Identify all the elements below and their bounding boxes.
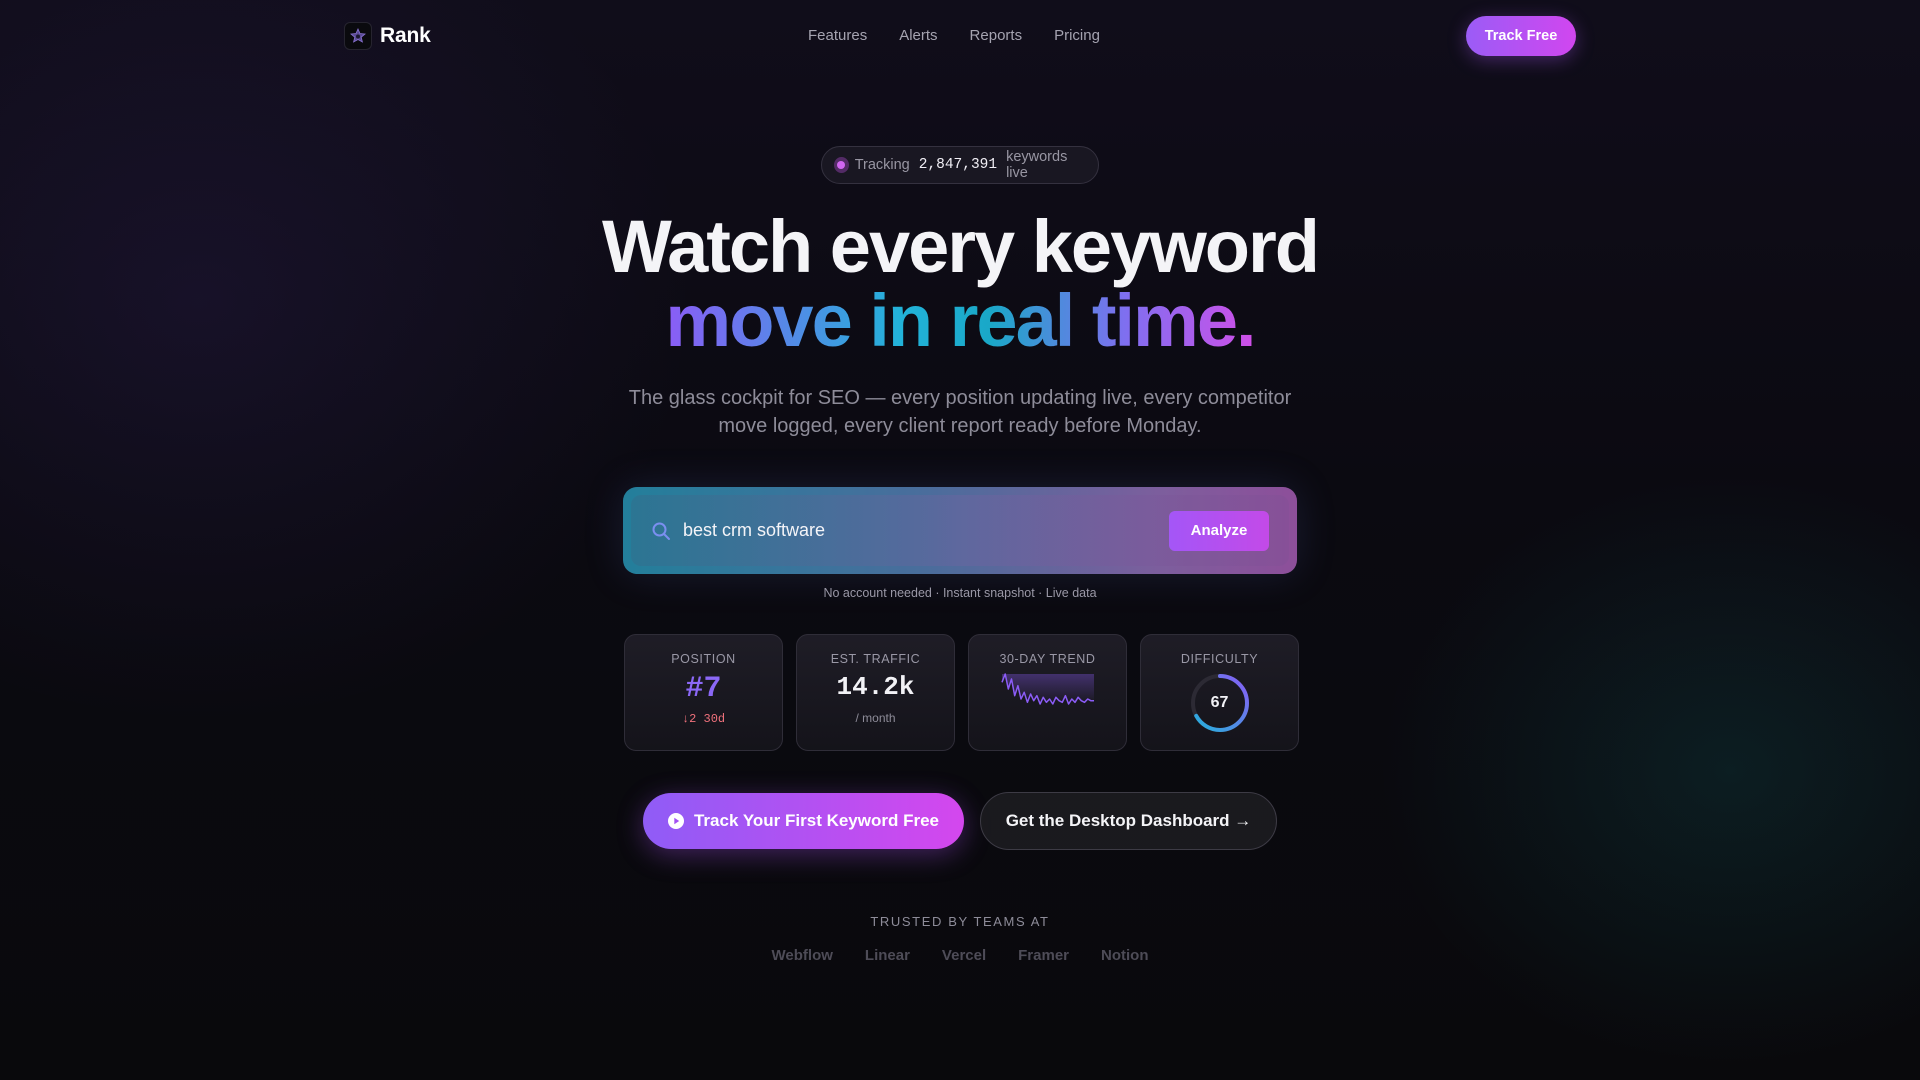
live-dot-icon bbox=[834, 157, 849, 173]
track-free-button[interactable]: Track Free bbox=[1466, 16, 1576, 56]
brand-name: Rank bbox=[380, 24, 431, 47]
primary-cta-label: Track Your First Keyword Free bbox=[693, 811, 939, 830]
play-icon bbox=[667, 813, 684, 829]
desktop-dashboard-button[interactable]: Get the Desktop Dashboard → bbox=[980, 792, 1277, 850]
logo-vercel: Vercel bbox=[941, 947, 987, 964]
top-nav: Rank Features Alerts Reports Pricing Tra… bbox=[0, 0, 1920, 72]
nav-link-pricing[interactable]: Pricing bbox=[1054, 27, 1100, 44]
keyword-search-box: Analyze bbox=[623, 487, 1297, 574]
search-icon bbox=[652, 522, 670, 540]
trusted-label: TRUSTED BY TEAMS AT bbox=[870, 914, 1050, 929]
stat-value-traffic: 14.2k bbox=[836, 672, 915, 702]
nav-links: Features Alerts Reports Pricing bbox=[808, 27, 1100, 44]
stat-label-difficulty: DIFFICULTY bbox=[1180, 652, 1259, 666]
hero-line-1: Watch every keyword bbox=[601, 205, 1320, 288]
stat-label-trend: 30-DAY TREND bbox=[999, 652, 1096, 666]
stat-card-difficulty: DIFFICULTY 67 bbox=[1140, 634, 1299, 751]
logo-linear: Linear bbox=[864, 947, 910, 964]
search-inner: Analyze bbox=[631, 495, 1289, 566]
trend-sparkline bbox=[1000, 673, 1094, 705]
stat-position-delta: ↓2 30d bbox=[681, 712, 726, 726]
nav-link-reports[interactable]: Reports bbox=[970, 27, 1023, 44]
brand-logo[interactable]: Rank bbox=[344, 22, 431, 50]
stat-value-difficulty: 67 bbox=[1210, 694, 1229, 711]
stat-label-position: POSITION bbox=[671, 652, 736, 666]
live-tracking-badge: Tracking 2,847,391 keywords live bbox=[821, 146, 1099, 184]
logo-webflow: Webflow bbox=[771, 947, 833, 964]
stat-card-trend: 30-DAY TREND bbox=[968, 634, 1127, 751]
keyword-search-input[interactable] bbox=[683, 520, 1169, 541]
stat-card-position: POSITION #7 ↓2 30d bbox=[624, 634, 783, 751]
stat-traffic-unit: / month bbox=[855, 711, 896, 725]
badge-prefix: Tracking bbox=[854, 157, 910, 173]
hero-headline: Watch every keyword move in real time. bbox=[0, 210, 1920, 358]
stat-value-position: #7 bbox=[685, 672, 722, 706]
landing-page: Rank Features Alerts Reports Pricing Tra… bbox=[0, 0, 1920, 1080]
hero-line-2: move in real time. bbox=[665, 279, 1256, 362]
nav-link-features[interactable]: Features bbox=[808, 27, 867, 44]
snapshot-stats: POSITION #7 ↓2 30d EST. TRAFFIC 14.2k / … bbox=[624, 634, 1299, 751]
analyze-button[interactable]: Analyze bbox=[1169, 510, 1269, 551]
search-note: No account needed · Instant snapshot · L… bbox=[823, 586, 1097, 600]
keyword-count: 2,847,391 bbox=[918, 157, 998, 173]
stat-label-traffic: EST. TRAFFIC bbox=[830, 652, 921, 666]
trusted-logos: Webflow Linear Vercel Framer Notion bbox=[0, 947, 1920, 964]
badge-suffix: keywords live bbox=[1006, 149, 1068, 181]
hero-subtitle: The glass cockpit for SEO — every positi… bbox=[628, 387, 1292, 437]
track-first-keyword-button[interactable]: Track Your First Keyword Free bbox=[643, 793, 964, 849]
difficulty-gauge: 67 bbox=[1189, 672, 1251, 734]
logo-icon bbox=[344, 22, 372, 50]
logo-framer: Framer bbox=[1018, 947, 1069, 964]
stat-card-traffic: EST. TRAFFIC 14.2k / month bbox=[796, 634, 955, 751]
nav-link-alerts[interactable]: Alerts bbox=[899, 27, 937, 44]
logo-notion: Notion bbox=[1101, 947, 1149, 964]
